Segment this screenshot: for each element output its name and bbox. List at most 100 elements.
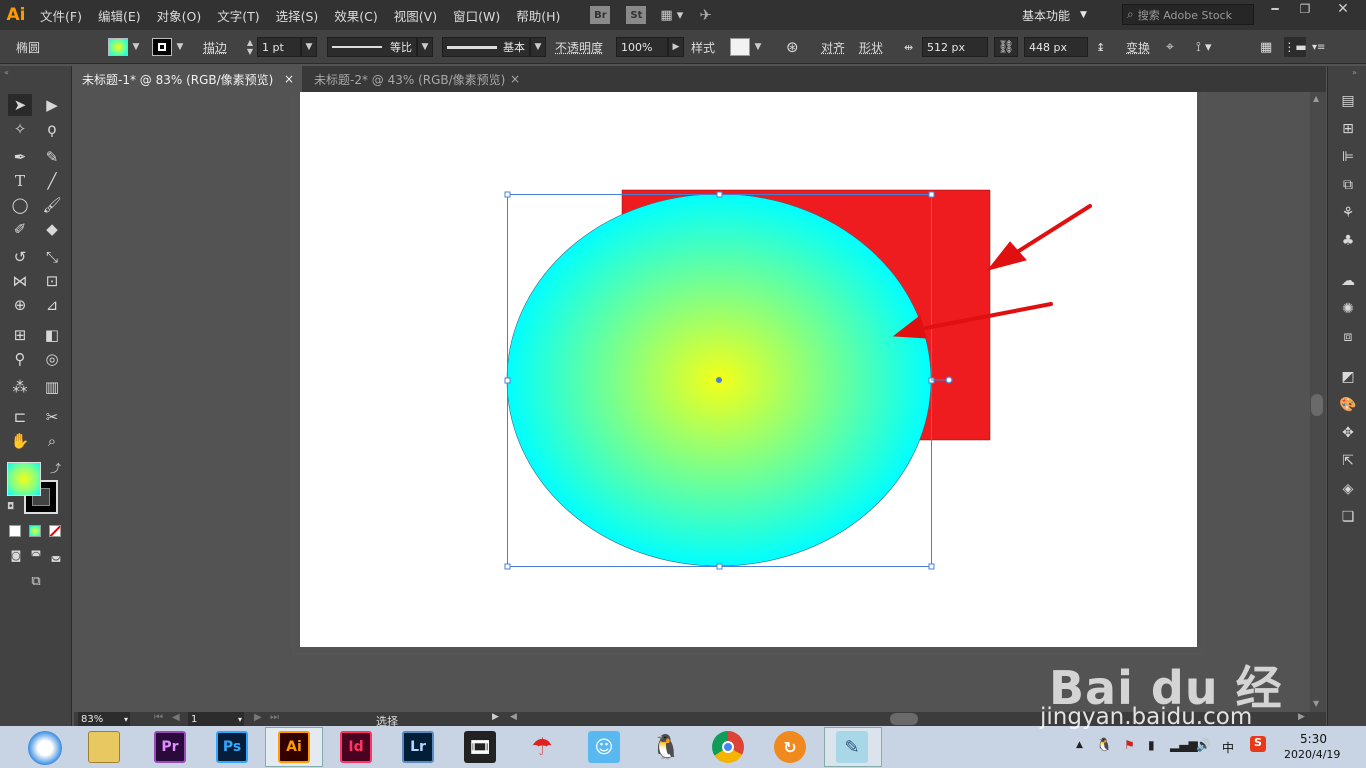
layers-panel-icon[interactable]: ◈: [1337, 478, 1359, 500]
menu-edit[interactable]: 编辑(E): [90, 0, 149, 30]
tray-overflow-icon[interactable]: ▲: [1076, 740, 1083, 750]
minimize-button[interactable]: ━: [1262, 2, 1288, 22]
dock-collapse-icon[interactable]: »: [1352, 68, 1357, 77]
swap-fill-stroke-icon[interactable]: ⤴: [50, 460, 61, 476]
transform-panel-icon[interactable]: ⊞: [1337, 118, 1359, 140]
workspace-switcher[interactable]: 基本功能 ▼: [1022, 6, 1087, 24]
tray-flag-icon[interactable]: ⚑: [1124, 738, 1135, 752]
slice-tool-icon[interactable]: ✂: [40, 406, 64, 428]
transform-label[interactable]: 变换: [1126, 37, 1150, 57]
qq-icon[interactable]: 🐧: [650, 731, 682, 763]
symbol-sprayer-tool-icon[interactable]: ⁂: [8, 376, 32, 398]
hand-tool-icon[interactable]: ✋: [8, 430, 32, 452]
scroll-down-icon[interactable]: ▼: [1313, 699, 1319, 708]
shaper-tool-icon[interactable]: ✐: [8, 218, 32, 240]
bridge-button[interactable]: Br: [590, 6, 611, 24]
menu-help[interactable]: 帮助(H): [508, 0, 568, 30]
stroke-weight-input[interactable]: 1 pt: [257, 37, 301, 57]
screen-mode-icon[interactable]: ⧉: [24, 570, 48, 592]
prev-page-icon[interactable]: ◀: [172, 712, 180, 723]
draw-inside-icon[interactable]: ◛: [44, 544, 68, 566]
paintbrush-tool-icon[interactable]: 🖌: [40, 194, 64, 216]
restore-button[interactable]: ❐: [1292, 2, 1318, 22]
none-mode-button[interactable]: [49, 525, 61, 537]
menu-type[interactable]: 文字(T): [209, 0, 267, 30]
line-tool-icon[interactable]: ╱: [40, 170, 64, 192]
arrange-documents-icon[interactable]: ▦ ▾: [660, 8, 683, 23]
pen-tool-icon[interactable]: ✒: [8, 146, 32, 168]
recolor-artwork-icon[interactable]: ⊛: [786, 37, 799, 57]
opacity-label[interactable]: 不透明度: [555, 37, 603, 57]
artboards-panel-icon[interactable]: ❏: [1337, 506, 1359, 528]
scale-tool-icon[interactable]: ⤡: [40, 246, 64, 268]
panel-options-icon[interactable]: ⋮▬: [1283, 37, 1307, 57]
chrome-icon[interactable]: [712, 731, 744, 763]
graphic-style-picker[interactable]: ▼: [730, 37, 766, 57]
direct-selection-tool-icon[interactable]: ▶: [40, 94, 64, 116]
stroke-label[interactable]: 描边: [203, 37, 227, 57]
tray-language[interactable]: 中: [1222, 739, 1234, 756]
menu-view[interactable]: 视图(V): [386, 0, 445, 30]
menu-window[interactable]: 窗口(W): [445, 0, 508, 30]
stock-button[interactable]: St: [626, 6, 647, 24]
canvas-area[interactable]: Bai du 经验: [74, 92, 1310, 712]
toolbox-grip[interactable]: «: [4, 68, 9, 77]
lasso-tool-icon[interactable]: ϙ: [40, 118, 64, 140]
vertical-scrollbar[interactable]: ▲ ▼: [1310, 92, 1326, 712]
align-panel-icon[interactable]: ⊫: [1337, 146, 1359, 168]
appearance-panel-icon[interactable]: ✺: [1337, 298, 1359, 320]
column-graph-tool-icon[interactable]: ▥: [40, 376, 64, 398]
app-photoshop[interactable]: Ps: [216, 731, 248, 763]
chevron-down-icon[interactable]: ▼: [750, 37, 766, 57]
fill-swatch[interactable]: ▼: [108, 37, 144, 57]
perspective-grid-tool-icon[interactable]: ⊿: [40, 294, 64, 316]
libraries-panel-icon[interactable]: ☁: [1337, 270, 1359, 292]
app-indesign[interactable]: Id: [340, 731, 372, 763]
properties-panel-icon[interactable]: ▤: [1337, 90, 1359, 112]
eraser-tool-icon[interactable]: ◆: [40, 218, 64, 240]
color-panel-icon[interactable]: 🎨: [1337, 394, 1359, 416]
tray-battery-icon[interactable]: ▮: [1148, 738, 1155, 752]
color-guide-icon[interactable]: ✥: [1337, 422, 1359, 444]
chevron-down-icon[interactable]: ▼: [417, 37, 433, 57]
rotate-tool-icon[interactable]: ↺: [8, 246, 32, 268]
orange-app-icon[interactable]: ↻: [774, 731, 806, 763]
tray-qq-icon[interactable]: 🐧: [1096, 738, 1112, 753]
menu-object[interactable]: 对象(O): [149, 0, 210, 30]
gradient-tool-icon[interactable]: ◧: [40, 324, 64, 346]
panel-menu-icon[interactable]: ▾≡: [1312, 37, 1325, 57]
next-page-icon[interactable]: ▶: [254, 712, 262, 723]
type-tool-icon[interactable]: T: [8, 170, 32, 192]
constrain-proportions-icon[interactable]: ⛓: [994, 37, 1018, 57]
menu-effect[interactable]: 效果(C): [326, 0, 385, 30]
tab-document-2[interactable]: 未标题-2* @ 43% (RGB/像素预览) ×: [306, 66, 528, 92]
distribute-icon[interactable]: ⟟ ▾: [1196, 37, 1212, 57]
mesh-tool-icon[interactable]: ⊞: [8, 324, 32, 346]
width-tool-icon[interactable]: ⋈: [8, 270, 32, 292]
color-mode-button[interactable]: [9, 525, 21, 537]
scroll-thumb[interactable]: [1311, 394, 1323, 416]
align-label[interactable]: 对齐: [821, 37, 845, 57]
stroke-swatch[interactable]: ▼: [152, 37, 188, 57]
clock-time[interactable]: 5:30: [1300, 732, 1327, 746]
zoom-tool-icon[interactable]: ⌕: [40, 430, 64, 452]
height-input[interactable]: 448 px: [1024, 37, 1088, 57]
opacity-input[interactable]: 100%: [616, 37, 668, 57]
arrange-icon[interactable]: ▦: [1260, 37, 1272, 57]
tray-network-icon[interactable]: ▂▄▆: [1170, 738, 1198, 752]
pathfinder-panel-icon[interactable]: ⧉: [1337, 174, 1359, 196]
video-app-icon[interactable]: 🎞: [464, 731, 496, 763]
selection-tool-icon[interactable]: ➤: [8, 94, 32, 116]
tray-volume-icon[interactable]: 🔊: [1196, 738, 1211, 752]
blend-tool-icon[interactable]: ◎: [40, 348, 64, 370]
zoom-field[interactable]: 83% ▾: [78, 712, 130, 726]
gradient-panel-icon[interactable]: ◩: [1337, 366, 1359, 388]
first-page-icon[interactable]: ⏮: [154, 712, 163, 723]
close-icon[interactable]: ×: [510, 72, 520, 86]
export-panel-icon[interactable]: ⇱: [1337, 450, 1359, 472]
graphic-styles-panel-icon[interactable]: ⧈: [1337, 326, 1359, 348]
stock-search-field[interactable]: ⌕ 搜索 Adobe Stock: [1122, 4, 1254, 25]
stepper-icon[interactable]: ▲ ▼: [243, 38, 257, 56]
close-window-button[interactable]: ✕: [1330, 1, 1356, 21]
scroll-right-icon[interactable]: ▶: [1298, 712, 1305, 722]
